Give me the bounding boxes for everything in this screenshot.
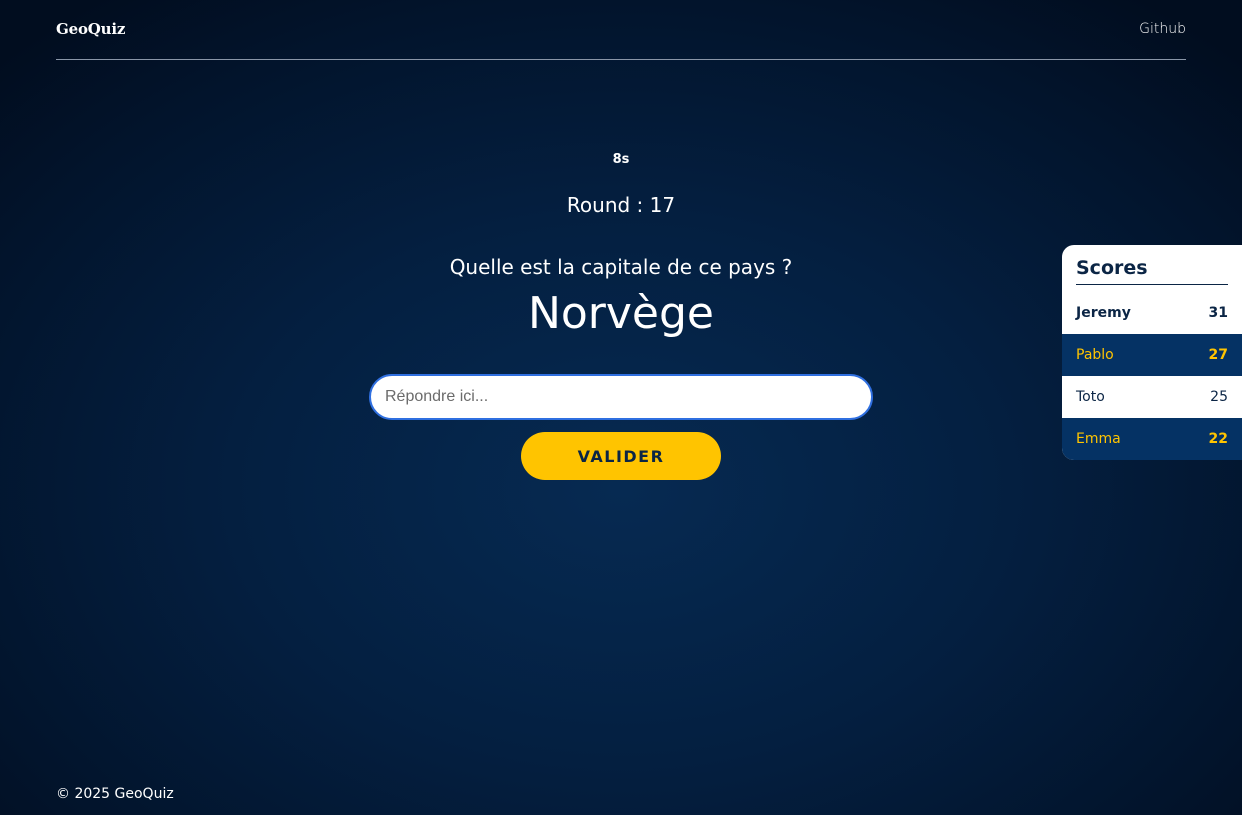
player-score: 27	[1208, 347, 1228, 363]
site-logo[interactable]: GeoQuiz	[56, 20, 125, 38]
score-row: Jeremy 31	[1062, 292, 1242, 334]
github-link[interactable]: Github	[1139, 21, 1186, 37]
scoreboard-title: Scores	[1076, 257, 1228, 285]
player-name: Toto	[1076, 389, 1105, 405]
question-text: Quelle est la capitale de ce pays ?	[449, 255, 793, 279]
player-name: Pablo	[1076, 347, 1114, 363]
scoreboard-panel: Scores Jeremy 31 Pablo 27 Toto 25 Emma 2…	[1062, 245, 1242, 460]
country-name: Norvège	[527, 288, 715, 339]
score-row: Pablo 27	[1062, 334, 1242, 376]
player-name: Jeremy	[1076, 305, 1131, 321]
countdown-timer: 8s	[612, 152, 630, 167]
player-score: 25	[1210, 389, 1228, 405]
score-row: Toto 25	[1062, 376, 1242, 418]
submit-button[interactable]: VALIDER	[521, 432, 721, 480]
player-score: 31	[1208, 305, 1228, 321]
footer-copyright: © 2025 GeoQuiz	[56, 786, 174, 802]
top-navbar: GeoQuiz Github	[56, 0, 1186, 60]
round-counter: Round : 17	[566, 193, 676, 217]
score-row: Emma 22	[1062, 418, 1242, 460]
player-score: 22	[1208, 431, 1228, 447]
player-name: Emma	[1076, 431, 1121, 447]
answer-input[interactable]	[369, 374, 873, 420]
